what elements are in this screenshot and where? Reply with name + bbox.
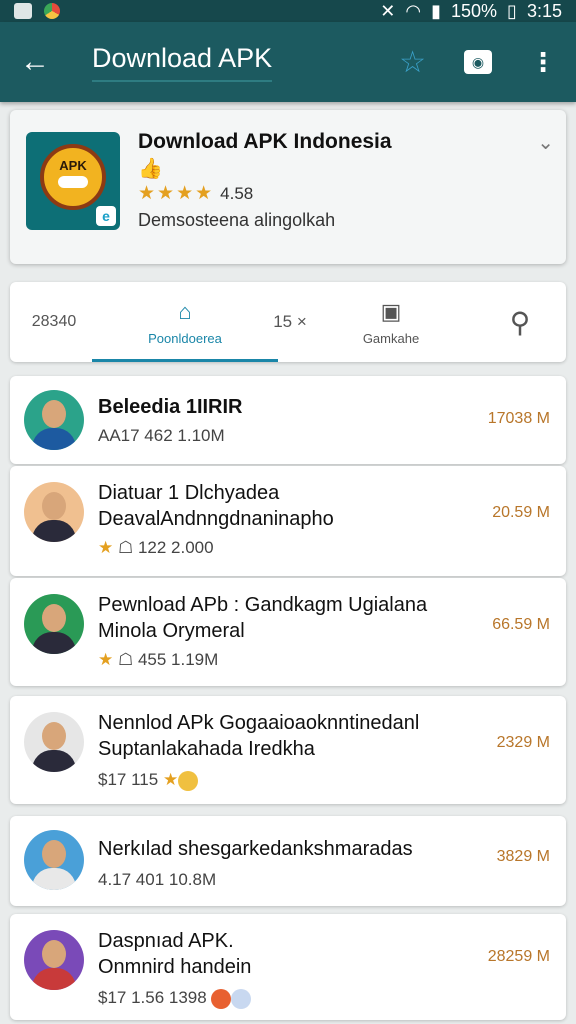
rating-stars: ★★★★ 4.58	[138, 183, 254, 204]
item-meta-values: $17 115	[98, 770, 159, 789]
avatar	[24, 482, 84, 542]
logo-badge-icon: e	[96, 206, 116, 226]
avatar	[24, 712, 84, 772]
app-name: Download APK Indonesia	[138, 130, 392, 153]
store-icon[interactable]: ◉	[464, 50, 492, 74]
list-item[interactable]: Pewnload APb : Gandkagm Ugialana Minola …	[10, 578, 566, 686]
item-title: Daspnıad APK.	[98, 930, 234, 952]
item-title: Diatuar 1 Dlchyadea	[98, 482, 280, 504]
tab-size-label: 15 ×	[273, 312, 307, 331]
item-meta: ★ ☖ 455 1.19M	[98, 650, 219, 669]
thumbs-up-icon: 👍	[138, 158, 163, 180]
list-item[interactable]: Nennlod APk Gogaaioaoknntinedanl Suptanl…	[10, 696, 566, 804]
list-item[interactable]: Daspnıad APK. Onmnird handein $17 1.56 1…	[10, 914, 566, 1020]
app-subtitle: Demsosteena alingolkah	[138, 210, 336, 230]
item-subtitle: Suptanlakahada Iredkha	[98, 738, 315, 760]
more-options-icon[interactable]: ⋮	[530, 47, 556, 78]
signal-icon: ▮	[431, 0, 441, 21]
item-meta: 4.17 401 10.8M	[98, 870, 217, 889]
item-subtitle: DeavalAndnngdnaninapho	[98, 508, 334, 530]
person-icon: ⚲	[509, 306, 531, 338]
app-logo: APK e	[26, 132, 120, 230]
item-meta-values: 455 1.19M	[137, 650, 219, 669]
item-subtitle: Minola Orymeral	[98, 620, 245, 642]
item-meta-values: 122 2.000	[137, 538, 214, 557]
tab-profile[interactable]: ⚲	[490, 282, 550, 362]
logo-eyes	[58, 176, 88, 188]
chrome-icon	[44, 3, 60, 19]
app-header-card[interactable]: APK e Download APK Indonesia 👍 ★★★★ 4.58 …	[10, 110, 566, 264]
item-size: 2329 M	[496, 734, 550, 751]
item-title: Beleedia 1IIRIR	[98, 396, 243, 418]
wifi-icon: ◠	[405, 0, 422, 21]
battery-icon: ▯	[507, 0, 517, 21]
item-meta-values: $17 1.56 1398	[98, 988, 207, 1007]
tab-size[interactable]: 15 ×	[250, 282, 330, 362]
favorite-star-icon[interactable]: ☆	[399, 45, 426, 80]
star-icon: ★	[98, 650, 114, 669]
page-title: Download APK	[92, 43, 273, 82]
emoji-icon	[178, 770, 199, 791]
tab-games[interactable]: ▣ Gamkahe	[336, 282, 446, 362]
home-icon: ⌂	[178, 298, 192, 324]
logo-text: APK	[59, 158, 87, 173]
avatar	[24, 390, 84, 450]
star-icon: ★	[98, 538, 114, 557]
chevron-down-icon[interactable]: ⌄	[537, 130, 554, 155]
battery-percent: 150%	[451, 0, 498, 21]
item-size: 28259 M	[487, 948, 550, 965]
item-meta: AA17 462 1.10M	[98, 426, 225, 445]
item-size: 20.59 M	[492, 504, 550, 521]
list-item[interactable]: Nerkılad shesgarkedankshmaradas 4.17 401…	[10, 816, 566, 906]
item-meta: $17 1.56 1398	[98, 988, 252, 1009]
list-item[interactable]: Beleedia 1IIRIR AA17 462 1.10M 17038 M	[10, 376, 566, 464]
emoji-icon	[211, 988, 232, 1009]
avatar	[24, 830, 84, 890]
item-subtitle: Onmnird handein	[98, 956, 252, 978]
app-bar: ← Download APK ☆ ◉ ⋮	[0, 22, 576, 102]
item-title: Nerkılad shesgarkedankshmaradas	[98, 838, 413, 860]
clock: 3:15	[526, 0, 562, 21]
logo-mascot: APK	[40, 144, 106, 210]
star-icon: ★	[162, 770, 179, 789]
item-meta: ★ ☖ 122 2.000	[98, 538, 214, 557]
item-meta: $17 115 ★	[98, 770, 199, 791]
item-title: Nennlod APk Gogaaioaoknntinedanl	[98, 712, 420, 734]
item-size: 3829 M	[496, 848, 550, 865]
item-size: 17038 M	[487, 410, 550, 427]
avatar	[24, 930, 84, 990]
rating-value: 4.58	[220, 184, 254, 203]
tab-games-label: Gamkahe	[362, 330, 420, 346]
tab-count[interactable]: 28340	[14, 282, 94, 362]
back-arrow-icon[interactable]: ←	[20, 45, 60, 79]
list-item[interactable]: Diatuar 1 Dlchyadea DeavalAndnngdnaninap…	[10, 466, 566, 576]
tab-bar: 28340 ⌂ Poonldoerea 15 × ▣ Gamkahe ⚲	[10, 282, 566, 362]
item-size: 66.59 M	[492, 616, 550, 633]
item-title: Pewnload APb : Gandkagm Ugialana	[98, 594, 428, 616]
avatar	[24, 594, 84, 654]
tab-downloads-label: Poonldoerea	[148, 330, 222, 346]
status-bar: ✕ ◠ ▮ 150% ▯ 3:15	[0, 0, 576, 22]
games-icon: ▣	[380, 298, 402, 324]
gallery-icon	[14, 3, 32, 19]
tab-count-label: 28340	[31, 313, 77, 330]
mute-icon: ✕	[380, 0, 396, 21]
emoji-icon	[231, 988, 252, 1009]
